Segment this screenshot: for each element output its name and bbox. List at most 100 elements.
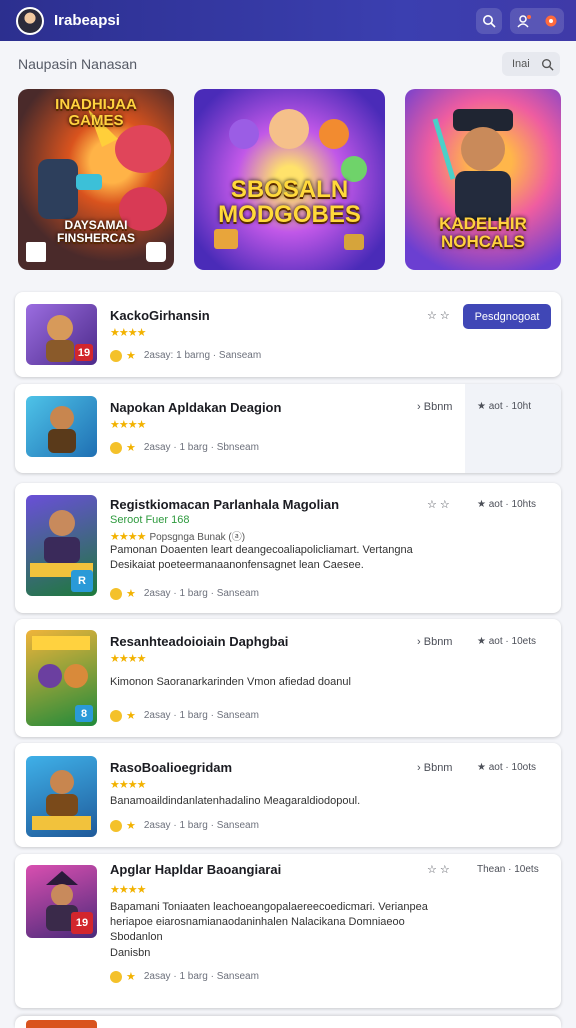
star-icon: ★ (126, 971, 136, 983)
game-size: › Bbnm (417, 401, 453, 413)
featured-banner-2[interactable]: SBOSALN MODGOBES (194, 89, 385, 270)
user-add-icon (517, 14, 531, 28)
star-icon: ★ (126, 710, 136, 722)
star-icon: ★ (126, 588, 136, 600)
game-thumbnail: 19 (26, 865, 97, 938)
search-field[interactable]: Inai (502, 52, 560, 76)
game-stats: ★ aot · 10ots (477, 762, 536, 773)
meta-text: 2asay · 1 barg · Sanseam (143, 971, 259, 982)
age-badge: 8 (75, 705, 93, 722)
star-icon: ★ (126, 820, 136, 832)
star-rating: ★★★★ (110, 884, 146, 896)
size-text: Bbnm (423, 636, 453, 648)
stars: ★★★★ (110, 531, 146, 543)
game-thumbnail: R (26, 495, 97, 596)
game-title: KackoGirhansin (110, 308, 210, 323)
star-rating: ★★★★ Popsgnga Bunak (ⓐ) (110, 528, 245, 543)
search-icon (483, 14, 496, 28)
featured-carousel: INADHIJAA GAMES DAYSAMAI FINSHERCAS SBOS… (18, 89, 576, 271)
featured-banner-3[interactable]: KADELHIR NOHCALS (405, 89, 561, 270)
age-rating-badge (26, 242, 46, 262)
meta-text: 2asay · 1 barg · Sanseam (143, 820, 259, 831)
wishlist-stars[interactable]: ☆ ☆ (427, 863, 450, 876)
game-title: Napokan Apldakan Deagion (110, 400, 282, 415)
game-stats: Thean · 10ets (477, 864, 539, 875)
platform-badge (146, 242, 166, 262)
age-badge: R (71, 570, 93, 592)
download-button[interactable]: Pesdgnogoat (463, 304, 551, 329)
meta-text: 2asay · 1 barg · Sanseam (143, 588, 259, 599)
game-thumbnail (26, 756, 97, 837)
list-item[interactable]: Napokan Apldakan Deagion ★★★★ ★ 2asay · … (15, 384, 561, 473)
coin-icon (110, 709, 122, 722)
coin-icon (110, 970, 122, 983)
game-meta: ★ 2asay · 1 barg · Sanseam (110, 709, 259, 722)
star-rating: ★★★★ (110, 653, 146, 665)
account-actions[interactable] (510, 7, 564, 34)
game-description: Bapamani Toniaaten leachoeangopalaereeco… (110, 901, 428, 943)
game-thumbnail (26, 396, 97, 457)
game-size: › Bbnm (417, 762, 453, 774)
game-meta: ★ 2asay · 1 barg · Sanseam (110, 587, 259, 600)
star-rating: ★★★★ (110, 779, 146, 791)
game-title: Apglar Hapldar Baoangiarai (110, 862, 282, 877)
age-badge: 19 (75, 344, 93, 361)
search-icon (541, 58, 554, 71)
avatar[interactable] (16, 6, 44, 35)
thumbnail-art (48, 406, 76, 453)
meta-text: 2asay: 1 barng · Sanseam (143, 350, 262, 361)
banner-3-title: KADELHIR NOHCALS (439, 214, 527, 251)
coin-icon (110, 441, 122, 454)
game-meta: ★ 2asay: 1 barng · Sanseam (110, 349, 261, 362)
game-description: Kimonon Saoranarkarinden Vmon afiedad do… (110, 676, 351, 688)
list-item[interactable]: RasoBoalioegridam ★★★★ Banamoaildindanla… (15, 743, 561, 847)
section-header: Naupasin Nanasan Inai (0, 41, 576, 87)
game-meta: ★ 2asay · 1 barg · Sbnseam (110, 441, 259, 454)
top-app-bar: Irabeapsi (0, 0, 576, 41)
rating-extra: Popsgnga Bunak (ⓐ) (149, 532, 246, 543)
age-badge: 19 (71, 912, 93, 934)
coin-icon (110, 349, 122, 362)
game-size: › Bbnm (417, 636, 453, 648)
size-text: Bbnm (423, 401, 453, 413)
game-meta: ★ 2asay · 1 barg · Sanseam (110, 819, 259, 832)
search-button[interactable] (476, 7, 502, 34)
thumbnail-art (32, 770, 91, 830)
star-icon: ★ (126, 442, 136, 454)
next-list-item-peek (15, 1016, 561, 1028)
coin-icon (110, 819, 122, 832)
game-title: RasoBoalioegridam (110, 760, 233, 775)
card-side-panel (465, 384, 561, 473)
game-extra-line: Danisbn (110, 947, 151, 959)
banner-2-title: SBOSALN MODGOBES (218, 176, 361, 229)
list-item[interactable]: 19 Apglar Hapldar Baoangiarai ★★★★ Bapam… (15, 854, 561, 1008)
game-description: Pamonan Doaenten leart deangecoaliapolic… (110, 544, 413, 571)
star-icon: ★ (126, 350, 136, 362)
app-title: Irabeapsi (54, 12, 120, 29)
list-item[interactable]: 19 KackoGirhansin ★★★★ ★ 2asay: 1 barng … (15, 292, 561, 377)
game-thumbnail: 8 (26, 630, 97, 726)
list-item[interactable]: R Registkiomacan Parlanhala Magolian Ser… (15, 483, 561, 613)
star-rating: ★★★★ (110, 419, 146, 431)
game-stats: ★ aot · 10hts (477, 499, 536, 510)
game-description: Banamoaildindanlatenhadalino Meagaraldio… (110, 795, 361, 807)
game-genre: Seroot Fuer 168 (110, 514, 190, 526)
star-rating: ★★★★ (110, 327, 146, 339)
wishlist-stars[interactable]: ☆ ☆ (427, 309, 450, 322)
game-title: Registkiomacan Parlanhala Magolian (110, 497, 340, 512)
size-text: Bbnm (423, 762, 453, 774)
list-item[interactable]: 8 Resanhteadoioiain Daphgbai ★★★★ Kimono… (15, 619, 561, 737)
banner-1-title: INADHIJAA GAMES (55, 96, 137, 129)
notification-icon (545, 15, 557, 26)
wishlist-stars[interactable]: ☆ ☆ (427, 498, 450, 511)
game-stats: ★ aot · 10ht (477, 401, 531, 412)
game-title: Resanhteadoioiain Daphgbai (110, 634, 289, 649)
game-thumbnail: 19 (26, 304, 97, 365)
section-title: Naupasin Nanasan (18, 56, 138, 72)
game-meta: ★ 2asay · 1 barg · Sanseam (110, 970, 259, 983)
game-stats: ★ aot · 10ets (477, 636, 536, 647)
meta-text: 2asay · 1 barg · Sbnseam (143, 442, 259, 453)
featured-banner-1[interactable]: INADHIJAA GAMES DAYSAMAI FINSHERCAS (18, 89, 174, 270)
coin-icon (110, 587, 122, 600)
meta-text: 2asay · 1 barg · Sanseam (143, 710, 259, 721)
